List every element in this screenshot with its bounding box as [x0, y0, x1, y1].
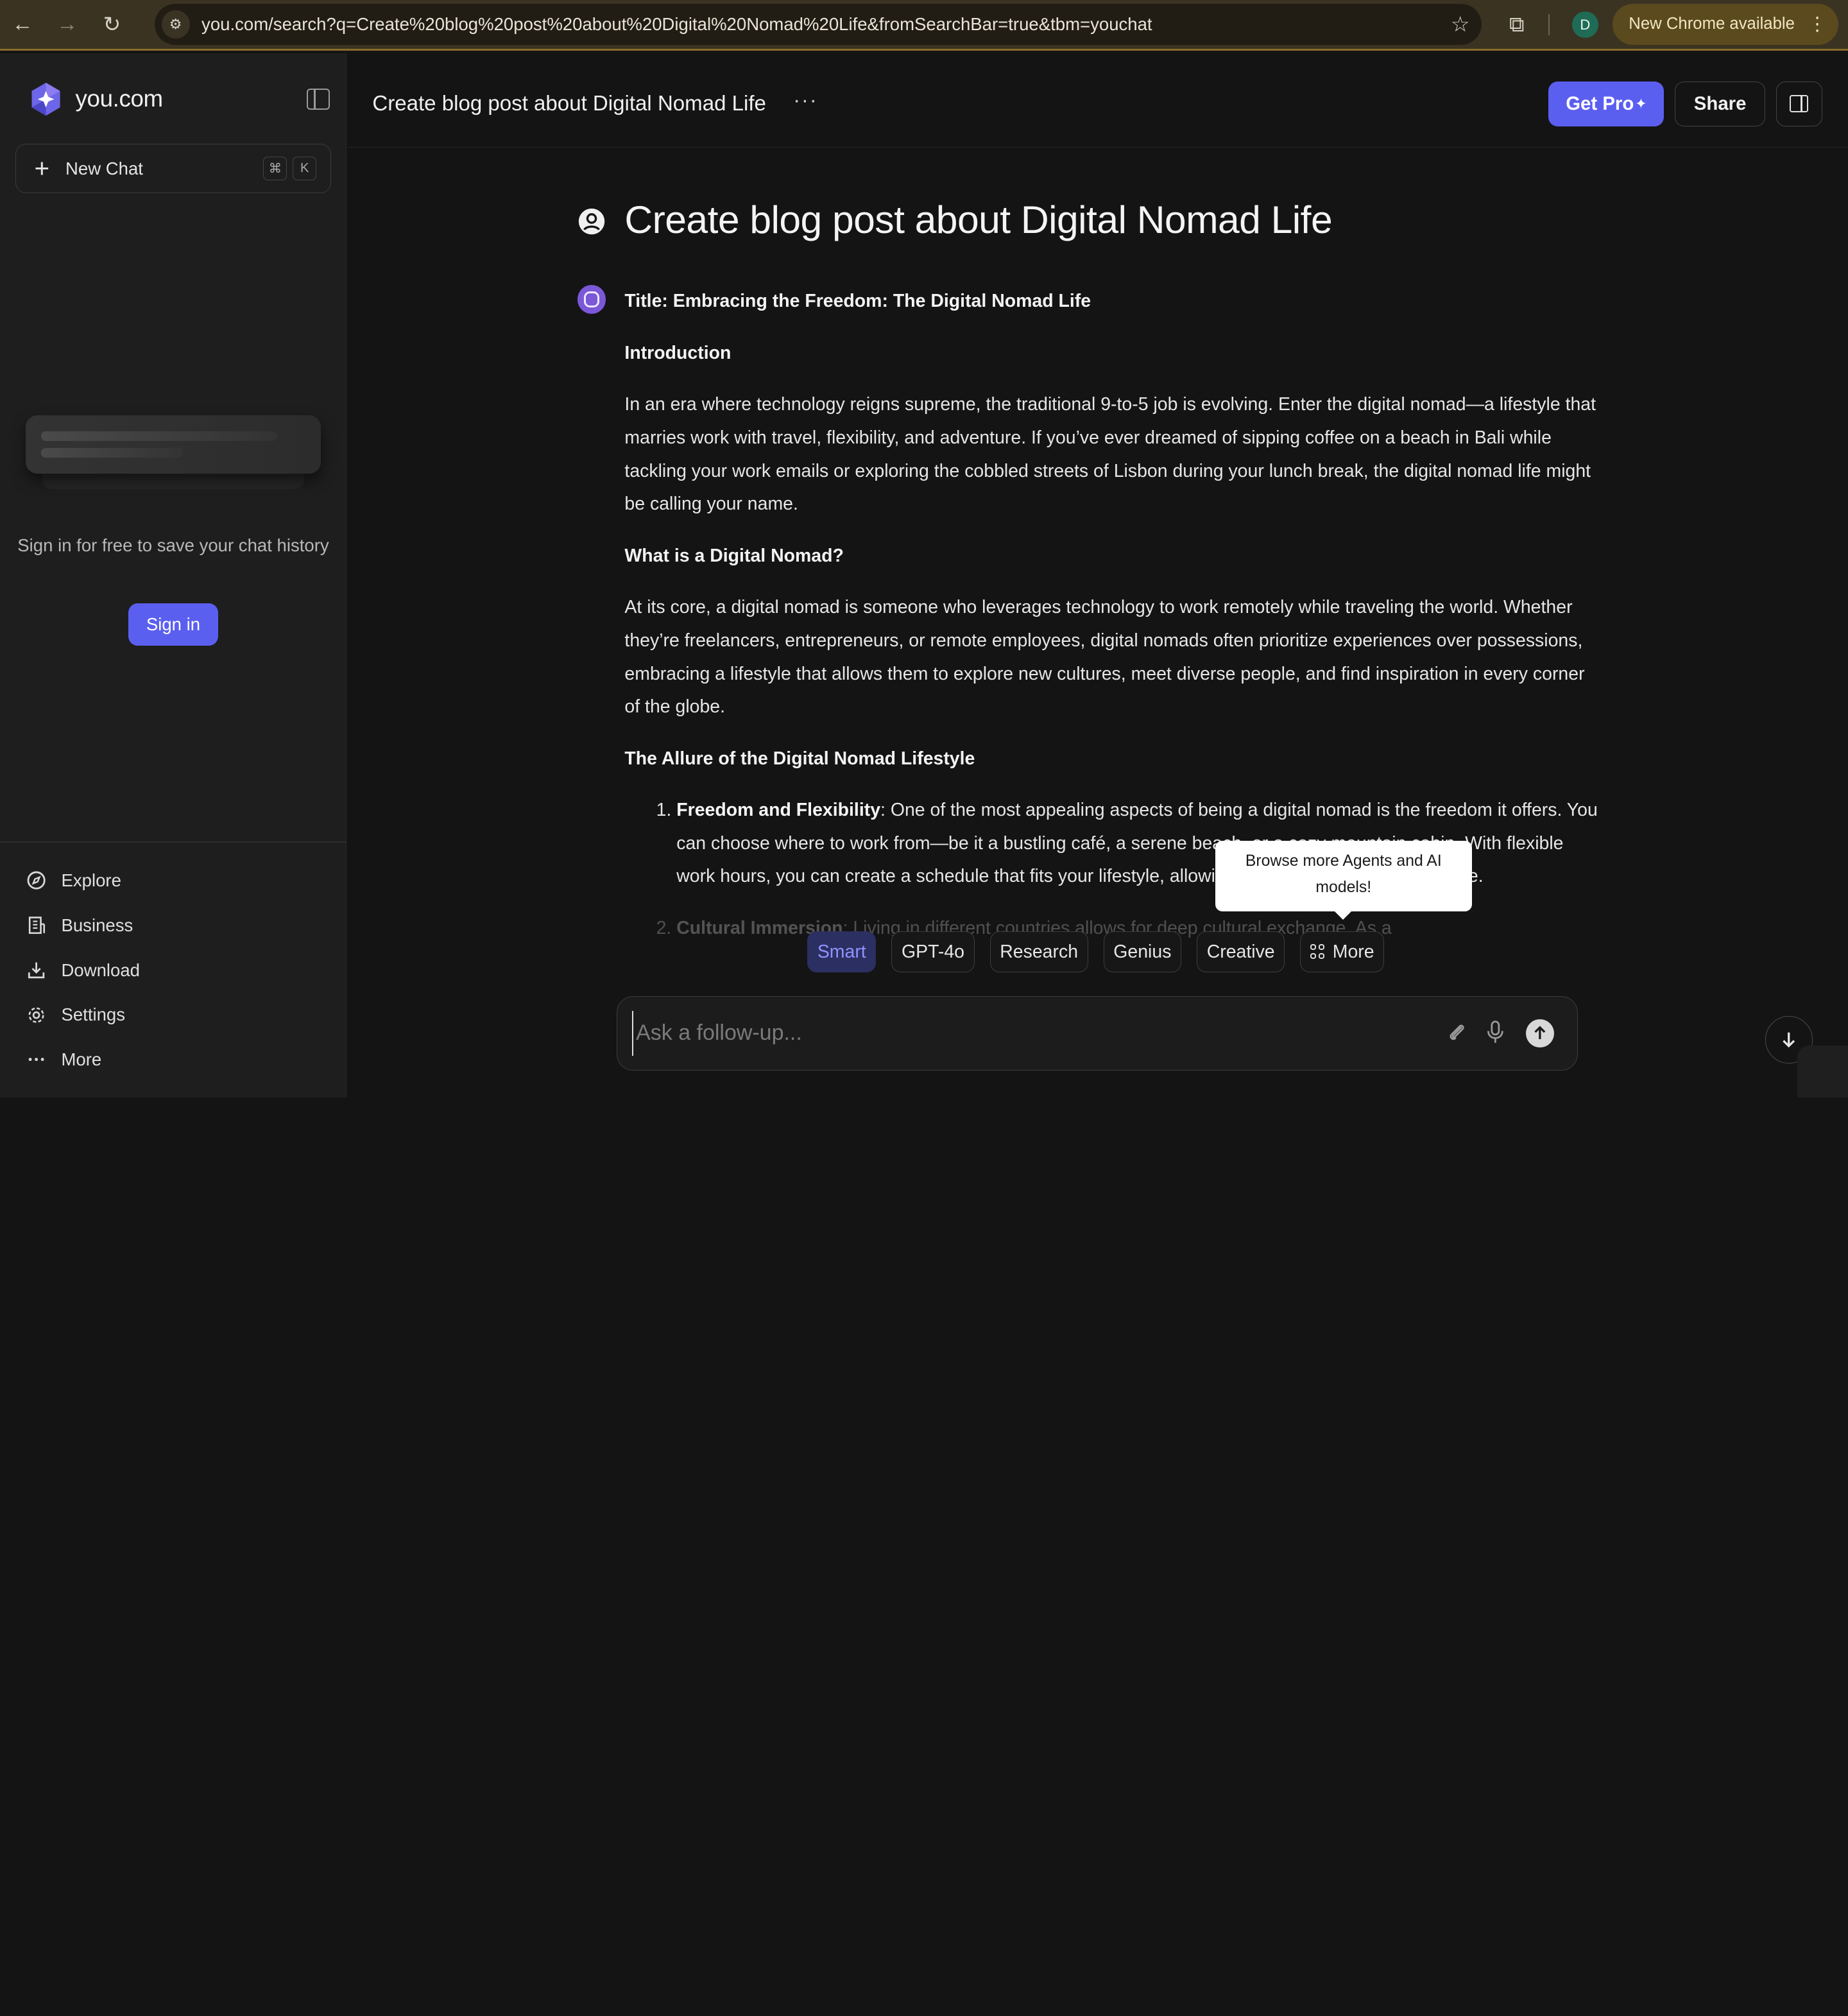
more-dots-icon: [26, 1049, 47, 1071]
address-bar[interactable]: ⚙ you.com/search?q=Create%20blog%20post%…: [154, 3, 1482, 45]
get-pro-button[interactable]: Get Pro ✦: [1548, 81, 1664, 126]
chrome-update-button[interactable]: New Chrome available ⋮: [1612, 3, 1839, 45]
model-chip-genius[interactable]: Genius: [1103, 931, 1182, 973]
sidebar-item-label: Business: [61, 915, 133, 935]
corner-widget: [1797, 1046, 1848, 1098]
sidebar-item-label: Download: [61, 960, 140, 980]
sidebar-item-explore[interactable]: Explore: [0, 858, 346, 903]
sidebar-item-settings[interactable]: Settings: [0, 992, 346, 1037]
composer: [616, 996, 1579, 1071]
command-key-hint: ⌘: [263, 157, 287, 180]
model-chip-more[interactable]: More: [1300, 931, 1385, 973]
brand-logo[interactable]: you.com: [28, 82, 163, 117]
new-chat-button[interactable]: + New Chat ⌘ K: [15, 144, 332, 194]
list-item-term: Freedom and Flexibility: [676, 799, 881, 820]
sidebar-item-business[interactable]: Business: [0, 903, 346, 948]
follow-up-input[interactable]: [632, 1011, 1434, 1056]
chat-title[interactable]: Create blog post about Digital Nomad Lif…: [372, 92, 766, 116]
sidebar-collapse-icon[interactable]: [306, 88, 330, 110]
url-text[interactable]: you.com/search?q=Create%20blog%20post%20…: [201, 14, 1439, 35]
model-chip-smart[interactable]: Smart: [807, 931, 877, 973]
signin-prompt: Sign in for free to save your chat histo…: [17, 535, 329, 556]
history-placeholder-card: [26, 415, 321, 474]
microphone-icon[interactable]: [1484, 1019, 1507, 1045]
more-models-tooltip: Browse more Agents and AI models!: [1215, 840, 1472, 920]
reload-button[interactable]: ↻: [90, 2, 135, 47]
placeholder-line: [41, 447, 183, 458]
bookmark-star-icon[interactable]: ☆: [1439, 12, 1482, 37]
arrow-up-icon: [1534, 1026, 1546, 1040]
sidebar-item-download[interactable]: Download: [0, 948, 346, 993]
sidebar-item-label: More: [61, 1049, 102, 1070]
model-chip-creative[interactable]: Creative: [1197, 931, 1285, 973]
gear-icon: [26, 1004, 47, 1026]
toolbar-separator: [1548, 14, 1550, 36]
extensions-icon[interactable]: ⧉: [1499, 7, 1534, 42]
more-models-label: More: [1332, 941, 1374, 962]
profile-avatar[interactable]: D: [1572, 12, 1598, 38]
send-button[interactable]: [1525, 1019, 1554, 1047]
side-panel-icon: [1790, 94, 1809, 113]
user-query: Create blog post about Digital Nomad Lif…: [624, 197, 1333, 241]
arrow-left-icon: ←: [12, 12, 33, 36]
site-settings-icon[interactable]: ⚙: [161, 10, 190, 39]
compass-icon: [26, 870, 47, 891]
you-logo-icon: [31, 82, 60, 116]
sidebar-divider: [0, 841, 346, 843]
reload-icon: ↻: [103, 12, 121, 37]
get-pro-label: Get Pro: [1566, 92, 1634, 114]
sign-in-button[interactable]: Sign in: [128, 603, 218, 646]
browser-toolbar: ← → ↻ ⚙ you.com/search?q=Create%20blog%2…: [0, 0, 1848, 51]
update-label: New Chrome available: [1629, 15, 1795, 33]
assistant-avatar-icon: [577, 285, 606, 314]
grid-icon: [1310, 944, 1326, 960]
model-chip-research[interactable]: Research: [989, 931, 1088, 973]
paperclip-icon[interactable]: [1444, 1021, 1468, 1044]
brand-name: you.com: [75, 85, 164, 112]
conversation-area: Create blog post about Digital Nomad Lif…: [348, 148, 1848, 1098]
sidebar: you.com + New Chat ⌘ K Sign in for free …: [0, 53, 346, 1098]
allure-heading: The Allure of the Digital Nomad Lifestyl…: [624, 748, 975, 769]
model-chip-gpt4o[interactable]: GPT-4o: [891, 931, 975, 973]
answer-title: Title: Embracing the Freedom: The Digita…: [624, 291, 1091, 312]
model-selector: Smart GPT-4o Research Genius Creative Mo…: [807, 931, 1399, 974]
sidebar-item-label: Settings: [61, 1004, 126, 1025]
toggle-panel-button[interactable]: [1775, 81, 1822, 126]
download-icon: [26, 960, 47, 981]
what-paragraph: At its core, a digital nomad is someone …: [624, 596, 1585, 718]
sidebar-item-more[interactable]: More: [0, 1037, 346, 1082]
sparkle-icon: ✦: [1635, 95, 1647, 112]
arrow-right-icon: →: [56, 12, 78, 36]
user-avatar-icon: [578, 209, 605, 235]
new-chat-label: New Chat: [65, 158, 143, 178]
kebab-menu-icon[interactable]: ⋮: [1808, 13, 1827, 35]
app-root: ← → ↻ ⚙ you.com/search?q=Create%20blog%2…: [0, 0, 1848, 1098]
share-button[interactable]: Share: [1674, 81, 1766, 126]
what-heading: What is a Digital Nomad?: [624, 545, 844, 566]
arrow-down-icon: [1783, 1032, 1795, 1048]
sidebar-nav: Explore Business Download Settings More: [0, 858, 346, 1082]
plus-icon: +: [34, 153, 50, 184]
chat-options-icon[interactable]: ···: [793, 89, 818, 113]
sidebar-item-label: Explore: [61, 870, 121, 890]
forward-button[interactable]: →: [45, 2, 90, 47]
k-key-hint: K: [293, 157, 317, 180]
building-icon: [26, 915, 47, 936]
chat-header: Create blog post about Digital Nomad Lif…: [347, 53, 1848, 148]
back-button[interactable]: ←: [0, 2, 45, 47]
placeholder-line: [41, 431, 277, 441]
intro-heading: Introduction: [624, 342, 732, 363]
intro-paragraph: In an era where technology reigns suprem…: [624, 394, 1596, 515]
